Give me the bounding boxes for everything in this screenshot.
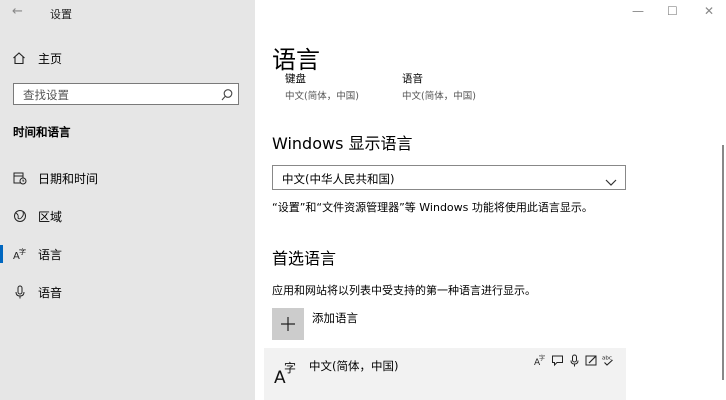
chevron-down-icon bbox=[605, 172, 617, 186]
search-box[interactable]: 查找设置 bbox=[13, 83, 239, 105]
sidebar-item-label: 语音 bbox=[38, 285, 63, 300]
sidebar-item-label: 区域 bbox=[38, 209, 63, 224]
search-input[interactable]: 查找设置 bbox=[23, 87, 69, 103]
display-language-feature-icon: A字 bbox=[534, 354, 547, 367]
spellcheck-feature-icon: abc bbox=[602, 354, 615, 367]
title-bar: ← 设置 bbox=[0, 0, 255, 26]
nav-home-label: 主页 bbox=[38, 51, 63, 66]
language-list-item[interactable]: A字 中文(简体，中国) A字 abc bbox=[264, 348, 626, 400]
close-button[interactable]: ✕ bbox=[704, 4, 714, 18]
quick-speech-label[interactable]: 语音 bbox=[402, 71, 423, 86]
page-title: 语言 bbox=[272, 46, 320, 74]
sidebar: ← 设置 主页 查找设置 时间和语言 日期和时间 区域 A字 语言 语音 bbox=[0, 0, 255, 400]
nav-home[interactable]: 主页 bbox=[12, 49, 62, 67]
sidebar-item-date-time[interactable]: 日期和时间 bbox=[0, 167, 255, 189]
preferred-language-description: 应用和网站将以列表中受支持的第一种语言进行显示。 bbox=[272, 284, 536, 297]
plus-icon bbox=[281, 317, 295, 331]
svg-text:abc: abc bbox=[602, 356, 612, 362]
globe-icon bbox=[13, 209, 27, 223]
home-icon bbox=[12, 51, 26, 65]
add-language-button[interactable] bbox=[272, 308, 304, 340]
scrollbar[interactable] bbox=[722, 145, 724, 380]
quick-keyboard-label[interactable]: 键盘 bbox=[285, 71, 306, 86]
selected-indicator bbox=[0, 245, 3, 263]
language-icon: A字 bbox=[274, 360, 300, 388]
section-title: 时间和语言 bbox=[13, 125, 71, 139]
sidebar-item-label: 日期和时间 bbox=[38, 171, 99, 186]
speech-recognition-feature-icon bbox=[568, 354, 581, 367]
text-to-speech-feature-icon bbox=[551, 354, 564, 367]
display-language-description: “设置”和“文件资源管理器”等 Windows 功能将使用此语言显示。 bbox=[272, 201, 593, 214]
quick-speech-value: 中文(简体，中国) bbox=[402, 91, 476, 102]
maximize-button[interactable]: ☐ bbox=[667, 4, 678, 18]
handwriting-feature-icon bbox=[585, 354, 598, 367]
display-language-value: 中文(中华人民共和国) bbox=[282, 172, 395, 186]
minimize-button[interactable]: — bbox=[632, 4, 644, 18]
calendar-clock-icon bbox=[13, 171, 27, 185]
svg-text:字: 字 bbox=[284, 360, 296, 375]
sidebar-item-label: 语言 bbox=[38, 247, 63, 262]
svg-text:字: 字 bbox=[539, 354, 545, 362]
quick-keyboard-value: 中文(简体，中国) bbox=[285, 91, 359, 102]
search-icon[interactable] bbox=[221, 87, 233, 101]
back-button[interactable]: ← bbox=[12, 4, 23, 19]
app-title: 设置 bbox=[50, 8, 72, 21]
display-language-heading: Windows 显示语言 bbox=[272, 134, 413, 153]
microphone-icon bbox=[13, 285, 27, 299]
add-language-label[interactable]: 添加语言 bbox=[312, 310, 358, 326]
language-name: 中文(简体，中国) bbox=[309, 359, 399, 373]
preferred-language-heading: 首选语言 bbox=[272, 249, 337, 268]
svg-text:字: 字 bbox=[19, 247, 26, 256]
sidebar-item-language[interactable]: A字 语言 bbox=[0, 243, 255, 265]
sidebar-item-speech[interactable]: 语音 bbox=[0, 281, 255, 303]
sidebar-item-region[interactable]: 区域 bbox=[0, 205, 255, 227]
display-language-select[interactable]: 中文(中华人民共和国) bbox=[272, 165, 626, 190]
main-content: — ☐ ✕ 语言 键盘 中文(简体，中国) 语音 中文(简体，中国) Windo… bbox=[255, 0, 726, 400]
language-icon: A字 bbox=[13, 247, 27, 261]
